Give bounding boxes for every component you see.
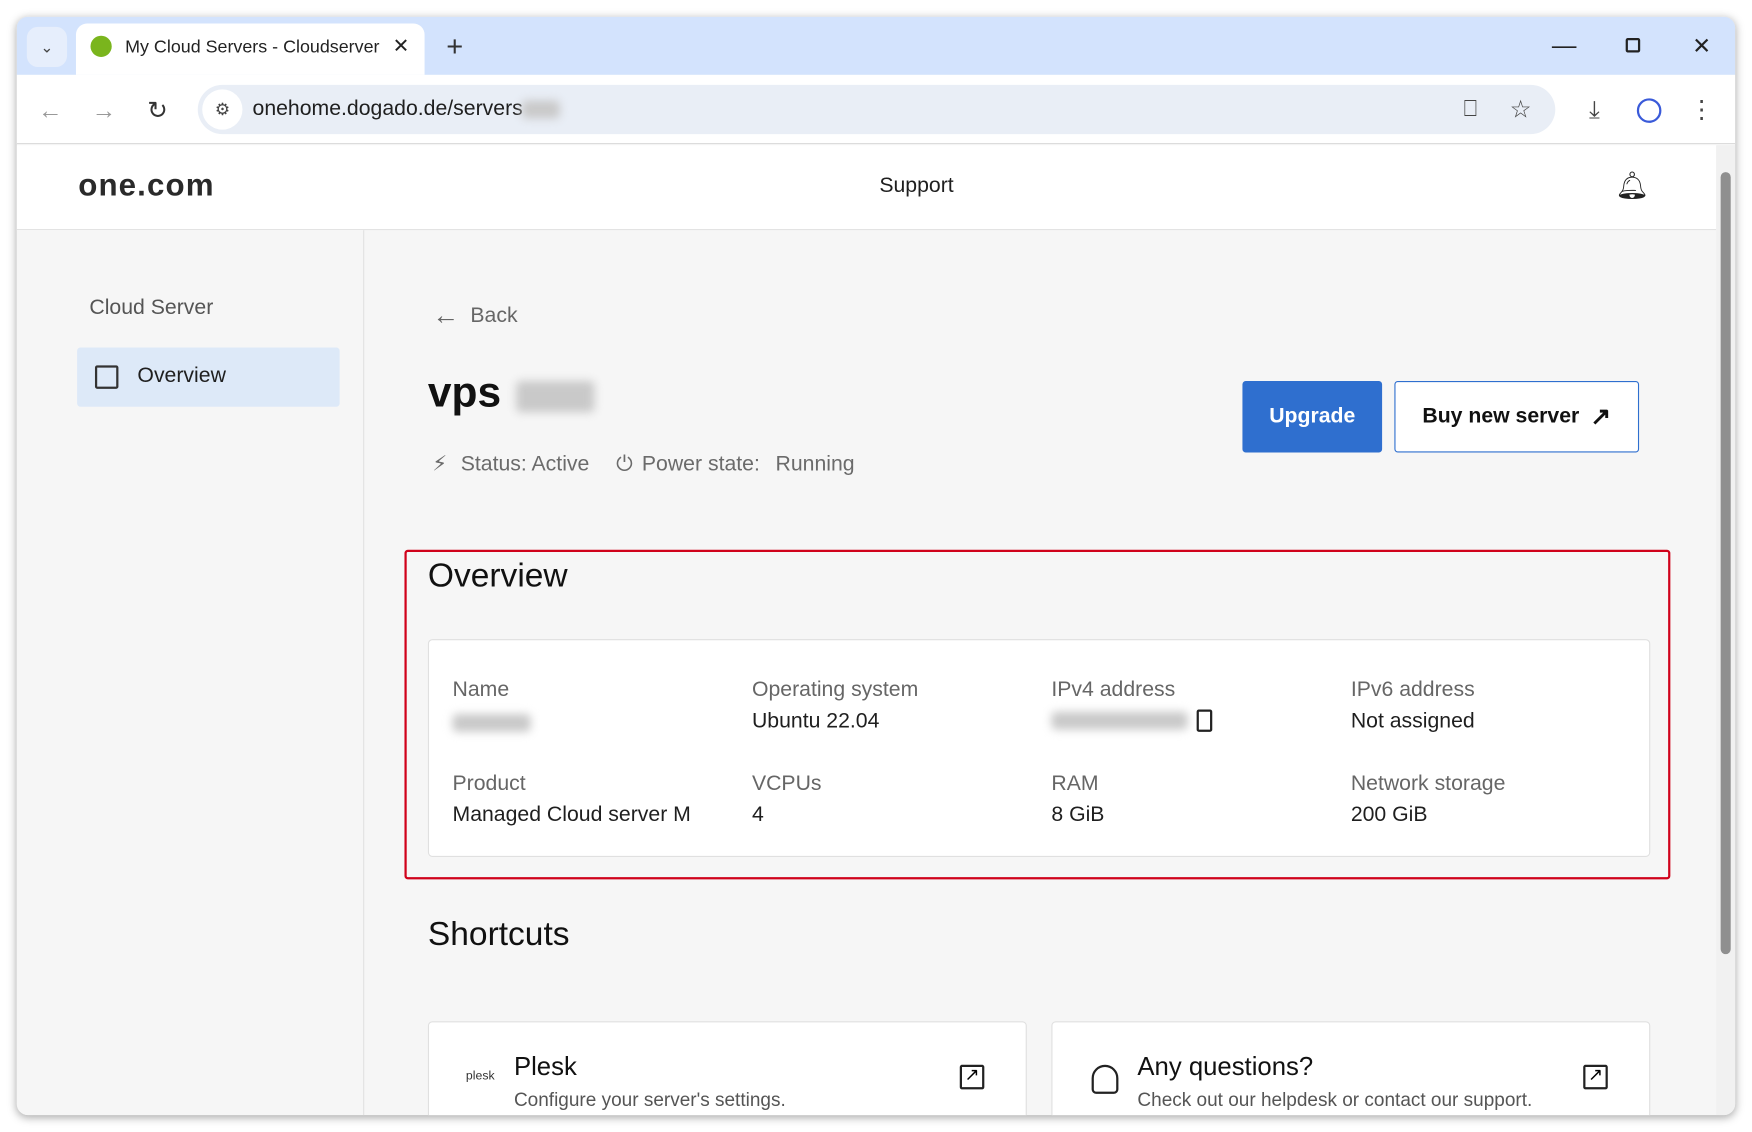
field-value: 4 xyxy=(752,803,822,828)
scrollbar-thumb[interactable] xyxy=(1721,172,1731,954)
external-link-icon[interactable]: ↗ xyxy=(960,1065,985,1090)
browser-window: ⌄ My Cloud Servers - Cloudserver ✕ + — ✕… xyxy=(17,17,1735,1115)
bookmark-star-icon[interactable]: ☆ xyxy=(1505,94,1536,125)
field-storage: Network storage 200 GiB xyxy=(1351,772,1506,828)
forward-nav-icon[interactable]: → xyxy=(88,95,119,126)
minimize-icon[interactable]: — xyxy=(1547,30,1581,61)
field-product: Product Managed Cloud server M xyxy=(453,772,691,828)
lightning-icon: ⚡︎ xyxy=(432,451,447,477)
browser-toolbar: ← → ↻ ⚙ onehome.dogado.de/servers ⎕ ☆ ⤓ … xyxy=(17,75,1735,144)
power-label: Power state: xyxy=(642,452,760,477)
back-link[interactable]: ← Back xyxy=(432,299,517,333)
shortcut-title: Plesk xyxy=(514,1051,577,1081)
maximize-icon[interactable] xyxy=(1626,38,1641,53)
name-redacted xyxy=(453,714,531,732)
url-text[interactable]: onehome.dogado.de/servers xyxy=(253,97,523,122)
tab-bar: ⌄ My Cloud Servers - Cloudserver ✕ + — ✕ xyxy=(17,17,1735,75)
copy-icon[interactable] xyxy=(1197,709,1213,731)
site-settings-icon[interactable]: ⚙ xyxy=(202,89,242,129)
field-label: VCPUs xyxy=(752,772,822,797)
overview-title: Overview xyxy=(428,558,568,596)
field-label: Operating system xyxy=(752,678,918,703)
field-value: Not assigned xyxy=(1351,709,1475,734)
status-text: Status: Active xyxy=(461,452,590,477)
field-name: Name xyxy=(453,678,531,732)
overview-card: Name Operating system Ubuntu 22.04 IPv4 a… xyxy=(428,639,1650,857)
tab-title: My Cloud Servers - Cloudserver xyxy=(125,38,379,58)
shortcut-support[interactable]: Any questions? Check out our helpdesk or… xyxy=(1051,1021,1650,1115)
main-content: ← Back vps ⚡︎ Status: Active ⏻︎ Power st… xyxy=(365,230,1716,1115)
field-value: 8 GiB xyxy=(1051,803,1104,828)
upgrade-label: Upgrade xyxy=(1269,404,1355,429)
field-ipv4: IPv4 address xyxy=(1051,678,1212,732)
field-value: Ubuntu 22.04 xyxy=(752,709,918,734)
site-header: one.com Support 🔔︎ xyxy=(17,145,1716,230)
sidebar: Cloud Server Overview xyxy=(17,230,364,1115)
sidebar-item-label: Overview xyxy=(137,364,225,389)
sidebar-item-overview[interactable]: Overview xyxy=(77,347,340,406)
profile-icon[interactable] xyxy=(1637,98,1662,123)
field-label: RAM xyxy=(1051,772,1104,797)
back-label: Back xyxy=(470,304,517,329)
field-label: Product xyxy=(453,772,691,797)
tab-search-button[interactable]: ⌄ xyxy=(27,27,67,67)
scrollbar[interactable] xyxy=(1716,145,1735,1115)
close-window-icon[interactable]: ✕ xyxy=(1686,30,1717,61)
upgrade-button[interactable]: Upgrade xyxy=(1242,381,1382,453)
shortcuts-title: Shortcuts xyxy=(428,916,570,954)
shortcut-title: Any questions? xyxy=(1137,1051,1313,1081)
power-icon: ⏻︎ xyxy=(616,452,633,477)
downloads-icon[interactable]: ⤓ xyxy=(1579,94,1610,125)
plesk-logo-icon: plesk xyxy=(466,1069,495,1082)
field-label: IPv4 address xyxy=(1051,678,1212,703)
buy-label: Buy new server xyxy=(1422,404,1579,429)
external-link-icon[interactable]: ↗ xyxy=(1583,1065,1608,1090)
field-vcpus: VCPUs 4 xyxy=(752,772,822,828)
field-label: Network storage xyxy=(1351,772,1506,797)
favicon-icon xyxy=(91,36,112,57)
support-link[interactable]: Support xyxy=(879,174,953,199)
url-redacted xyxy=(522,101,560,119)
field-ipv6: IPv6 address Not assigned xyxy=(1351,678,1475,734)
server-id-redacted xyxy=(516,381,594,412)
ipv4-redacted xyxy=(1051,712,1187,730)
field-value: 200 GiB xyxy=(1351,803,1506,828)
shortcut-plesk[interactable]: plesk Plesk Configure your server's sett… xyxy=(428,1021,1027,1115)
field-label: IPv6 address xyxy=(1351,678,1475,703)
sidebar-section-title: Cloud Server xyxy=(89,296,213,321)
page-title: vps xyxy=(428,370,501,418)
close-tab-icon[interactable]: ✕ xyxy=(389,34,414,59)
field-os: Operating system Ubuntu 22.04 xyxy=(752,678,918,734)
buy-new-server-button[interactable]: Buy new server ↗ xyxy=(1394,381,1639,453)
status-line: ⚡︎ Status: Active ⏻︎ Power state: Runnin… xyxy=(432,451,854,477)
arrow-left-icon: ← xyxy=(432,301,459,332)
external-link-icon: ↗ xyxy=(1590,402,1611,431)
new-tab-icon[interactable]: + xyxy=(439,30,470,61)
field-ram: RAM 8 GiB xyxy=(1051,772,1104,828)
browser-tab[interactable]: My Cloud Servers - Cloudserver ✕ xyxy=(76,23,425,74)
field-value: Managed Cloud server M xyxy=(453,803,691,828)
one-com-logo[interactable]: one.com xyxy=(78,168,214,204)
headset-icon xyxy=(1092,1065,1119,1094)
back-nav-icon[interactable]: ← xyxy=(35,95,66,126)
menu-kebab-icon[interactable]: ⋮ xyxy=(1688,94,1715,125)
field-label: Name xyxy=(453,678,531,703)
power-value: Running xyxy=(776,452,855,477)
install-app-icon[interactable]: ⎕ xyxy=(1455,94,1486,125)
address-bar[interactable]: ⚙ onehome.dogado.de/servers ⎕ ☆ xyxy=(198,85,1556,134)
shortcut-desc: Check out our helpdesk or contact our su… xyxy=(1137,1089,1532,1111)
reload-icon[interactable]: ↻ xyxy=(142,95,173,126)
bell-icon[interactable]: 🔔︎ xyxy=(1617,168,1648,204)
shortcut-desc: Configure your server's settings. xyxy=(514,1089,786,1111)
list-icon xyxy=(95,365,118,388)
